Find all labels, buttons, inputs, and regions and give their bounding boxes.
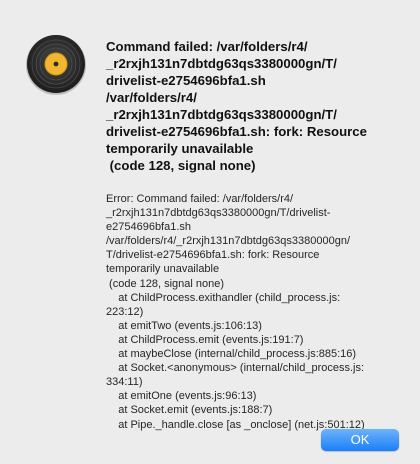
message-area: Command failed: /var/folders/r4/ _r2rxjh… [106, 38, 406, 432]
alert-dialog: Command failed: /var/folders/r4/ _r2rxjh… [0, 0, 420, 464]
vinyl-record-app-icon [26, 35, 86, 95]
error-details: Error: Command failed: /var/folders/r4/ … [106, 193, 365, 431]
error-title: Command failed: /var/folders/r4/ _r2rxjh… [106, 39, 367, 173]
ok-button[interactable]: OK [321, 429, 399, 451]
